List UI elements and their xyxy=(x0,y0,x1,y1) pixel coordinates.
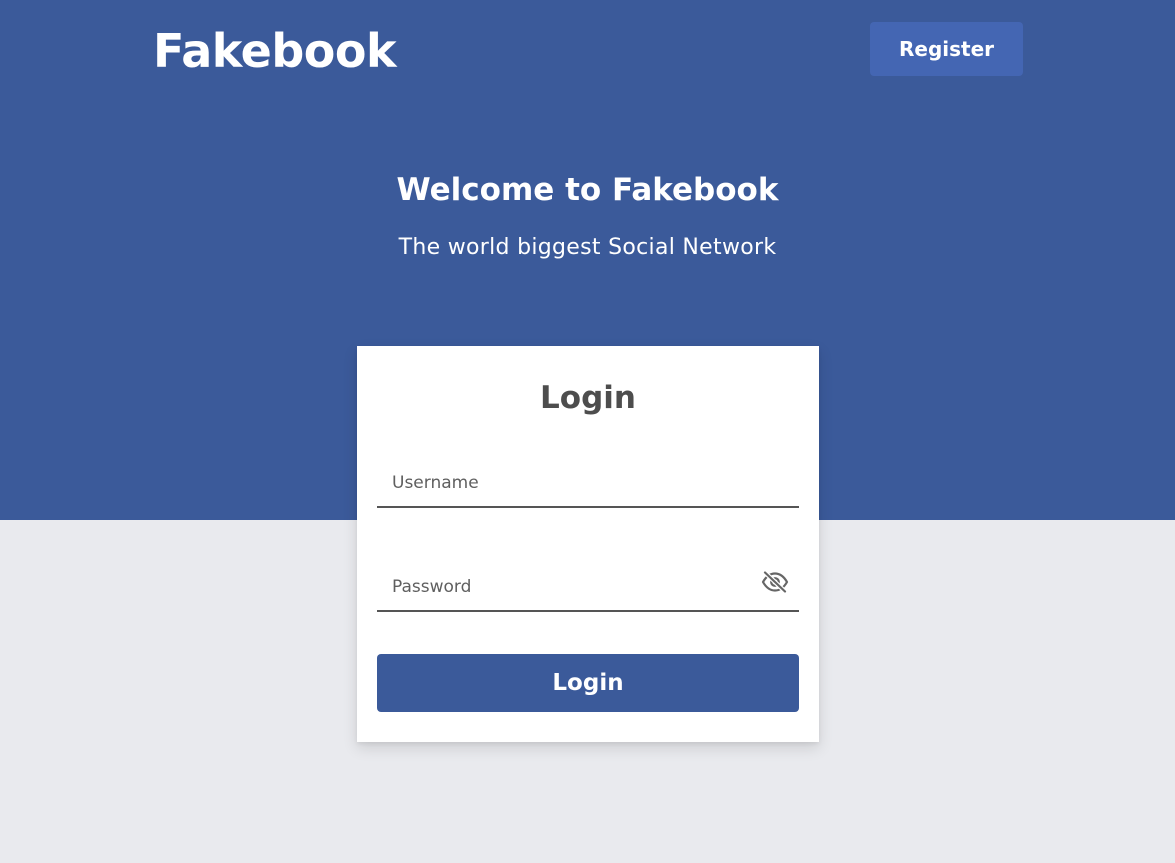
welcome-heading: Welcome to Fakebook xyxy=(396,172,779,208)
brand-logo[interactable]: Fakebook xyxy=(153,22,397,80)
page: Fakebook Register Welcome to Fakebook Th… xyxy=(0,0,1175,863)
register-button[interactable]: Register xyxy=(870,22,1023,76)
eye-slash-icon-graphic xyxy=(761,571,789,593)
tagline: The world biggest Social Network xyxy=(398,235,777,260)
login-card-title: Login xyxy=(540,380,636,416)
eye-slash-icon[interactable] xyxy=(759,566,791,598)
username-field-wrapper xyxy=(377,452,799,508)
login-card: Login Login xyxy=(357,346,819,742)
username-input[interactable] xyxy=(377,452,799,506)
password-field-wrapper xyxy=(377,556,799,612)
password-input[interactable] xyxy=(377,556,799,610)
login-button[interactable]: Login xyxy=(377,654,799,712)
